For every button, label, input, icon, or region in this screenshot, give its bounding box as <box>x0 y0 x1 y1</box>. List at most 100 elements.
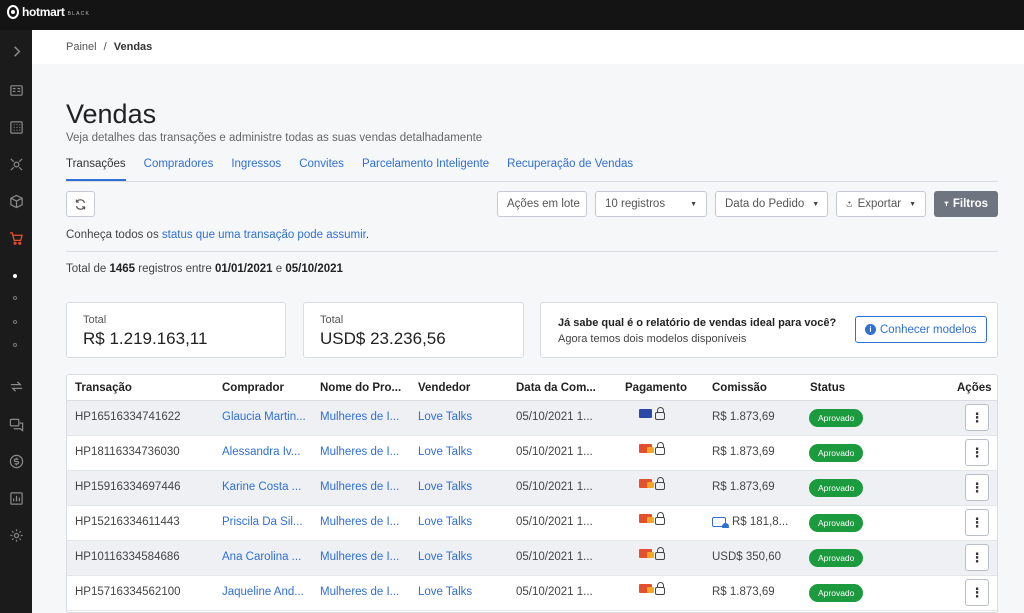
cell-seller[interactable]: Love Talks <box>418 481 506 493</box>
transactions-table: Transação Comprador Nome do Pro... Vende… <box>66 374 998 613</box>
bulk-actions-button[interactable]: Ações em lote <box>497 191 587 217</box>
column-header-produto[interactable]: Nome do Pro... <box>320 382 401 394</box>
status-badge: Aprovado <box>809 409 864 427</box>
table-row[interactable]: HP15216334611443 Priscila Da Sil... Mulh… <box>67 506 997 541</box>
cell-date: 05/10/2021 1... <box>516 411 593 423</box>
cell-buyer[interactable]: Glaucia Martin... <box>222 411 310 423</box>
payment-method <box>639 442 665 455</box>
tab-transacoes[interactable]: Transações <box>66 158 126 181</box>
table-row[interactable]: HP18116334736030 Alessandra Iv... Mulher… <box>67 436 997 471</box>
status-help-link[interactable]: status que uma transação pode assumir <box>162 229 366 241</box>
sidebar-subitem-dot[interactable] <box>13 343 17 347</box>
page-size-select[interactable]: 10 registros ▼ <box>595 191 707 217</box>
hotmart-logo[interactable]: hotmart BLACK <box>7 5 90 19</box>
cell-product[interactable]: Mulheres de I... <box>320 481 408 493</box>
commission-value: R$ 181,8... <box>732 516 789 528</box>
cell-commission: R$ 181,8... <box>712 516 807 528</box>
cell-buyer[interactable]: Karine Costa ... <box>222 481 310 493</box>
cell-transaction[interactable]: HP18116334736030 <box>75 446 215 458</box>
cell-buyer[interactable]: Priscila Da Sil... <box>222 516 310 528</box>
tab-ingressos[interactable]: Ingressos <box>231 158 281 181</box>
cell-seller[interactable]: Love Talks <box>418 516 506 528</box>
sidebar-chat-icon[interactable] <box>0 407 32 441</box>
sidebar-dashboard-icon[interactable] <box>0 73 32 107</box>
promo-question: Já sabe qual é o relatório de vendas ide… <box>558 317 837 329</box>
sidebar-network-icon[interactable] <box>0 147 32 181</box>
sidebar-settings-gear-icon[interactable] <box>0 518 32 552</box>
sidebar-expand-icon[interactable] <box>0 34 32 68</box>
promo-text: Agora temos dois modelos disponíveis <box>558 333 747 345</box>
breadcrumb-separator: / <box>103 41 107 53</box>
sidebar-apps-grid-icon[interactable] <box>0 110 32 144</box>
cell-transaction[interactable]: HP15216334611443 <box>75 516 215 528</box>
column-header-vendedor[interactable]: Vendedor <box>418 382 470 394</box>
table-row[interactable]: HP15916334697446 Karine Costa ... Mulher… <box>67 471 997 506</box>
table-row[interactable]: HP16516334741622 Glaucia Martin... Mulhe… <box>67 401 997 436</box>
refresh-button[interactable] <box>66 191 95 217</box>
breadcrumb-root[interactable]: Painel <box>66 41 97 53</box>
cell-product[interactable]: Mulheres de I... <box>320 411 408 423</box>
cell-transaction[interactable]: HP16516334741622 <box>75 411 215 423</box>
cell-date: 05/10/2021 1... <box>516 586 593 598</box>
cell-buyer[interactable]: Jaqueline And... <box>222 586 310 598</box>
tab-convites[interactable]: Convites <box>299 158 344 181</box>
column-header-comissao[interactable]: Comissão <box>712 382 767 394</box>
sidebar-reports-icon[interactable] <box>0 481 32 515</box>
chevron-down-icon: ▼ <box>909 200 916 208</box>
status-badge: Aprovado <box>809 549 864 567</box>
total-brl-value: R$ 1.219.163,11 <box>83 329 208 348</box>
know-models-button[interactable]: i Conhecer modelos <box>855 316 987 343</box>
sort-by-select[interactable]: Data do Pedido ▼ <box>715 191 828 217</box>
sidebar-subitem-dot[interactable] <box>13 274 17 278</box>
cell-product[interactable]: Mulheres de I... <box>320 516 408 528</box>
row-actions-menu-button[interactable]: ⋮ <box>965 544 989 571</box>
column-header-transacao[interactable]: Transação <box>75 382 132 394</box>
column-header-pagamento[interactable]: Pagamento <box>625 382 687 394</box>
cell-seller[interactable]: Love Talks <box>418 411 506 423</box>
row-actions-menu-button[interactable]: ⋮ <box>965 509 989 536</box>
cell-transaction[interactable]: HP15916334697446 <box>75 481 215 493</box>
cell-seller[interactable]: Love Talks <box>418 551 506 563</box>
cell-product[interactable]: Mulheres de I... <box>320 551 408 563</box>
table-row[interactable]: HP15716334562100 Jaqueline And... Mulher… <box>67 576 997 611</box>
coproduction-commission-icon <box>712 516 729 528</box>
status-note-prefix: Conheça todos os <box>66 229 159 241</box>
sidebar-subitem-dot[interactable] <box>13 296 17 300</box>
row-actions-menu-button[interactable]: ⋮ <box>965 404 989 431</box>
cell-buyer[interactable]: Ana Carolina ... <box>222 551 310 563</box>
filters-button[interactable]: Filtros <box>934 191 998 217</box>
records-summary: Total de 1465 registros entre 01/01/2021… <box>66 263 343 275</box>
cell-transaction[interactable]: HP15716334562100 <box>75 586 215 598</box>
cell-seller[interactable]: Love Talks <box>418 446 506 458</box>
column-header-data[interactable]: Data da Com... <box>516 382 596 394</box>
sidebar-sync-icon[interactable] <box>0 369 32 403</box>
payment-method <box>639 582 665 595</box>
cell-commission: R$ 1.873,69 <box>712 411 775 423</box>
cell-transaction[interactable]: HP10116334584686 <box>75 551 215 563</box>
tab-compradores[interactable]: Compradores <box>144 158 214 181</box>
row-actions-menu-button[interactable]: ⋮ <box>965 579 989 606</box>
table-row[interactable]: HP10116334584686 Ana Carolina ... Mulher… <box>67 541 997 576</box>
row-actions-menu-button[interactable]: ⋮ <box>965 474 989 501</box>
column-header-comprador[interactable]: Comprador <box>222 382 284 394</box>
payment-method <box>639 512 665 525</box>
column-header-status[interactable]: Status <box>810 382 845 394</box>
sidebar-finance-icon[interactable] <box>0 444 32 478</box>
breadcrumb-bar: Painel / Vendas <box>32 30 1024 64</box>
tab-parcelamento-inteligente[interactable]: Parcelamento Inteligente <box>362 158 489 181</box>
mastercard-icon <box>639 444 654 453</box>
total-brl-label: Total <box>83 314 107 326</box>
tab-recuperacao-de-vendas[interactable]: Recuperação de Vendas <box>507 158 633 181</box>
cell-product[interactable]: Mulheres de I... <box>320 586 408 598</box>
status-badge: Aprovado <box>809 514 864 532</box>
cell-seller[interactable]: Love Talks <box>418 586 506 598</box>
export-label: Exportar <box>857 198 902 210</box>
sidebar-sales-cart-icon[interactable] <box>0 221 32 255</box>
sidebar-subitem-dot[interactable] <box>13 320 17 324</box>
cell-buyer[interactable]: Alessandra Iv... <box>222 446 310 458</box>
row-actions-menu-button[interactable]: ⋮ <box>965 439 989 466</box>
export-button[interactable]: Exportar ▼ <box>836 191 926 217</box>
divider <box>66 251 998 252</box>
sidebar-product-box-icon[interactable] <box>0 184 32 218</box>
cell-product[interactable]: Mulheres de I... <box>320 446 408 458</box>
